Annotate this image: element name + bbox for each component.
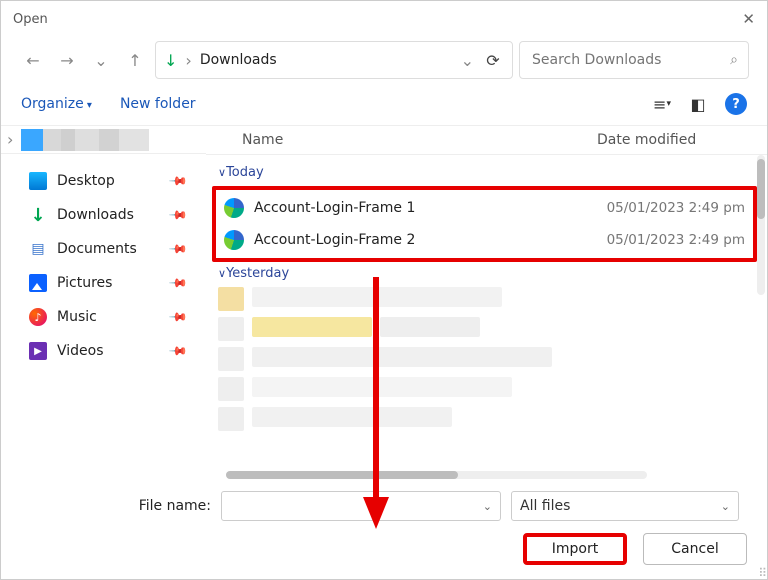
- group-yesterday[interactable]: Yesterday: [218, 266, 763, 281]
- pin-icon: 📌: [168, 307, 188, 327]
- column-name[interactable]: Name: [242, 132, 597, 148]
- pin-icon: 📌: [168, 205, 188, 225]
- open-dialog: Open ✕ ← → ⌄ ↑ ↓ › Downloads ⌄ ⟳ ⌕ Organ…: [0, 0, 768, 580]
- body: › Desktop 📌 ↓ Downloads: [1, 125, 767, 481]
- pin-icon: 📌: [168, 273, 188, 293]
- tree-current-blur: [21, 129, 149, 151]
- forward-button[interactable]: →: [53, 46, 81, 74]
- download-icon: ↓: [164, 51, 177, 70]
- videos-icon: ▶: [29, 342, 47, 360]
- file-name-combo[interactable]: ⌄: [221, 491, 501, 521]
- window-title: Open: [13, 12, 48, 27]
- titlebar: Open ✕: [1, 1, 767, 37]
- location-text: Downloads: [200, 52, 277, 68]
- sidebar-item-documents[interactable]: ▤ Documents 📌: [29, 240, 196, 258]
- file-row[interactable]: Account-Login-Frame 2 05/01/2023 2:49 pm: [218, 224, 751, 256]
- horizontal-scrollbar[interactable]: [226, 471, 647, 479]
- pin-icon: 📌: [168, 171, 188, 191]
- pictures-icon: [29, 274, 47, 292]
- pin-icon: 📌: [168, 341, 188, 360]
- recent-dropdown[interactable]: ⌄: [87, 46, 115, 74]
- file-type-filter[interactable]: All files ⌄: [511, 491, 739, 521]
- sidebar-item-label: Pictures: [57, 275, 112, 291]
- column-date[interactable]: Date modified: [597, 132, 757, 148]
- desktop-icon: [29, 172, 47, 190]
- search-icon: ⌕: [730, 52, 738, 68]
- sidebar-item-label: Documents: [57, 241, 137, 257]
- back-button[interactable]: ←: [19, 46, 47, 74]
- import-button[interactable]: Import: [523, 533, 627, 565]
- help-icon[interactable]: ?: [725, 93, 747, 115]
- file-date: 05/01/2023 2:49 pm: [575, 232, 745, 248]
- edge-icon: [224, 198, 244, 218]
- column-headers: Name Date modified: [206, 126, 767, 155]
- file-name-label: File name:: [1, 498, 211, 514]
- file-date: 05/01/2023 2:49 pm: [575, 200, 745, 216]
- footer: File name: ⌄ All files ⌄ Import Cancel: [1, 481, 767, 579]
- file-row[interactable]: Account-Login-Frame 1 05/01/2023 2:49 pm: [218, 192, 751, 224]
- close-icon[interactable]: ✕: [742, 10, 755, 28]
- organize-menu[interactable]: Organize: [21, 96, 92, 112]
- sidebar-item-downloads[interactable]: ↓ Downloads 📌: [29, 206, 196, 224]
- sidebar-item-desktop[interactable]: Desktop 📌: [29, 172, 196, 190]
- file-list: Today Account-Login-Frame 1 05/01/2023 2…: [206, 155, 767, 481]
- chevron-down-icon: ⌄: [721, 500, 730, 513]
- annotation-highlight-box: Account-Login-Frame 1 05/01/2023 2:49 pm…: [212, 186, 757, 262]
- view-list-icon[interactable]: ≡ ▾: [653, 95, 671, 113]
- toolbar: Organize New folder ≡ ▾ ◧ ?: [1, 89, 767, 125]
- edge-icon: [224, 230, 244, 250]
- group-today[interactable]: Today: [218, 165, 763, 180]
- vertical-scrollbar[interactable]: [757, 155, 765, 295]
- search-box[interactable]: ⌕: [519, 41, 749, 79]
- sidebar-item-music[interactable]: ♪ Music 📌: [29, 308, 196, 326]
- document-icon: ▤: [29, 240, 47, 258]
- tree-current-row[interactable]: ›: [1, 126, 206, 154]
- sidebar-item-label: Desktop: [57, 173, 115, 189]
- sidebar-item-label: Downloads: [57, 207, 134, 223]
- pin-icon: 📌: [168, 239, 188, 259]
- sidebar: › Desktop 📌 ↓ Downloads: [1, 126, 206, 481]
- file-name: Account-Login-Frame 2: [254, 232, 565, 248]
- file-list-area: Name Date modified Today Account-Login-F…: [206, 126, 767, 481]
- sidebar-item-videos[interactable]: ▶ Videos 📌: [29, 342, 196, 360]
- up-button[interactable]: ↑: [121, 46, 149, 74]
- chevron-down-icon[interactable]: ⌄: [461, 51, 474, 70]
- new-folder-button[interactable]: New folder: [120, 96, 196, 112]
- sidebar-item-label: Videos: [57, 343, 104, 359]
- chevron-down-icon: ⌄: [483, 500, 492, 513]
- sidebar-item-pictures[interactable]: Pictures 📌: [29, 274, 196, 292]
- redacted-files: [218, 287, 757, 435]
- search-input[interactable]: [530, 51, 730, 69]
- resize-grip[interactable]: ⠿: [758, 569, 765, 577]
- sidebar-item-label: Music: [57, 309, 97, 325]
- filter-label: All files: [520, 498, 570, 514]
- address-bar[interactable]: ↓ › Downloads ⌄ ⟳: [155, 41, 513, 79]
- cancel-button[interactable]: Cancel: [643, 533, 747, 565]
- preview-pane-icon[interactable]: ◧: [689, 95, 707, 113]
- download-icon: ↓: [29, 206, 47, 224]
- nav-row: ← → ⌄ ↑ ↓ › Downloads ⌄ ⟳ ⌕: [1, 37, 767, 89]
- chevron-right-icon: ›: [7, 130, 13, 149]
- file-name: Account-Login-Frame 1: [254, 200, 565, 216]
- music-icon: ♪: [29, 308, 47, 326]
- refresh-button[interactable]: ⟳: [482, 51, 504, 70]
- chevron-right-icon: ›: [185, 51, 191, 70]
